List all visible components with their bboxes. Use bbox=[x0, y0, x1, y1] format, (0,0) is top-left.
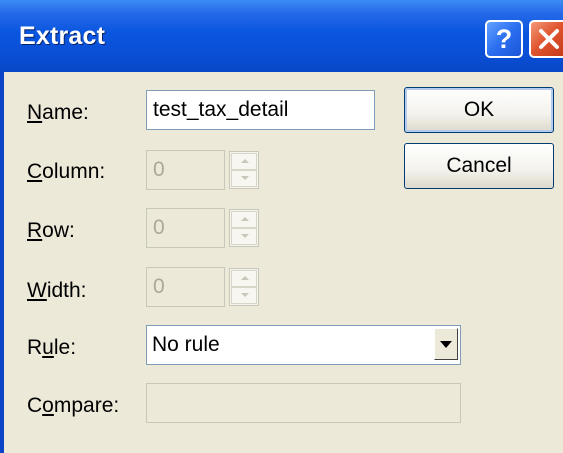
rule-label: Rule: bbox=[27, 336, 77, 359]
spin-down-button[interactable] bbox=[231, 228, 257, 245]
spin-down-icon bbox=[241, 293, 249, 297]
spin-down-icon bbox=[241, 234, 249, 238]
help-icon: ? bbox=[495, 24, 513, 54]
name-label: Name: bbox=[27, 101, 89, 124]
spin-up-button[interactable] bbox=[231, 211, 257, 228]
spin-up-button[interactable] bbox=[231, 270, 257, 287]
close-x-icon bbox=[539, 29, 559, 49]
width-input[interactable]: 0 bbox=[146, 267, 225, 307]
name-input[interactable]: test_tax_detail bbox=[146, 90, 375, 130]
close-button[interactable] bbox=[529, 20, 563, 58]
width-spinner[interactable] bbox=[229, 268, 259, 306]
cancel-button[interactable]: Cancel bbox=[404, 143, 554, 189]
width-label: Width: bbox=[27, 279, 87, 302]
column-spinner[interactable] bbox=[229, 151, 259, 189]
spin-up-icon bbox=[241, 276, 249, 280]
spin-up-icon bbox=[241, 159, 249, 163]
rule-select[interactable]: No rule bbox=[146, 325, 461, 365]
help-button[interactable]: ? bbox=[485, 20, 523, 58]
compare-label: Compare: bbox=[27, 394, 120, 417]
spin-up-button[interactable] bbox=[231, 153, 257, 170]
rule-dropdown-button[interactable] bbox=[434, 328, 458, 360]
row-spinner[interactable] bbox=[229, 209, 259, 247]
ok-button[interactable]: OK bbox=[404, 87, 554, 133]
row-input[interactable]: 0 bbox=[146, 208, 225, 248]
chevron-down-icon bbox=[440, 341, 452, 348]
extract-dialog: Extract ? Name: test_tax_detail Column: … bbox=[0, 0, 563, 453]
column-label: Column: bbox=[27, 160, 106, 183]
compare-input[interactable] bbox=[146, 383, 461, 423]
spin-down-icon bbox=[241, 176, 249, 180]
title-bar[interactable]: Extract ? bbox=[0, 0, 563, 72]
window-title: Extract bbox=[19, 22, 106, 50]
spin-down-button[interactable] bbox=[231, 170, 257, 187]
row-label: Row: bbox=[27, 219, 75, 242]
spin-up-icon bbox=[241, 217, 249, 221]
column-input[interactable]: 0 bbox=[146, 150, 225, 190]
spin-down-button[interactable] bbox=[231, 287, 257, 304]
rule-selected-value: No rule bbox=[152, 333, 220, 356]
